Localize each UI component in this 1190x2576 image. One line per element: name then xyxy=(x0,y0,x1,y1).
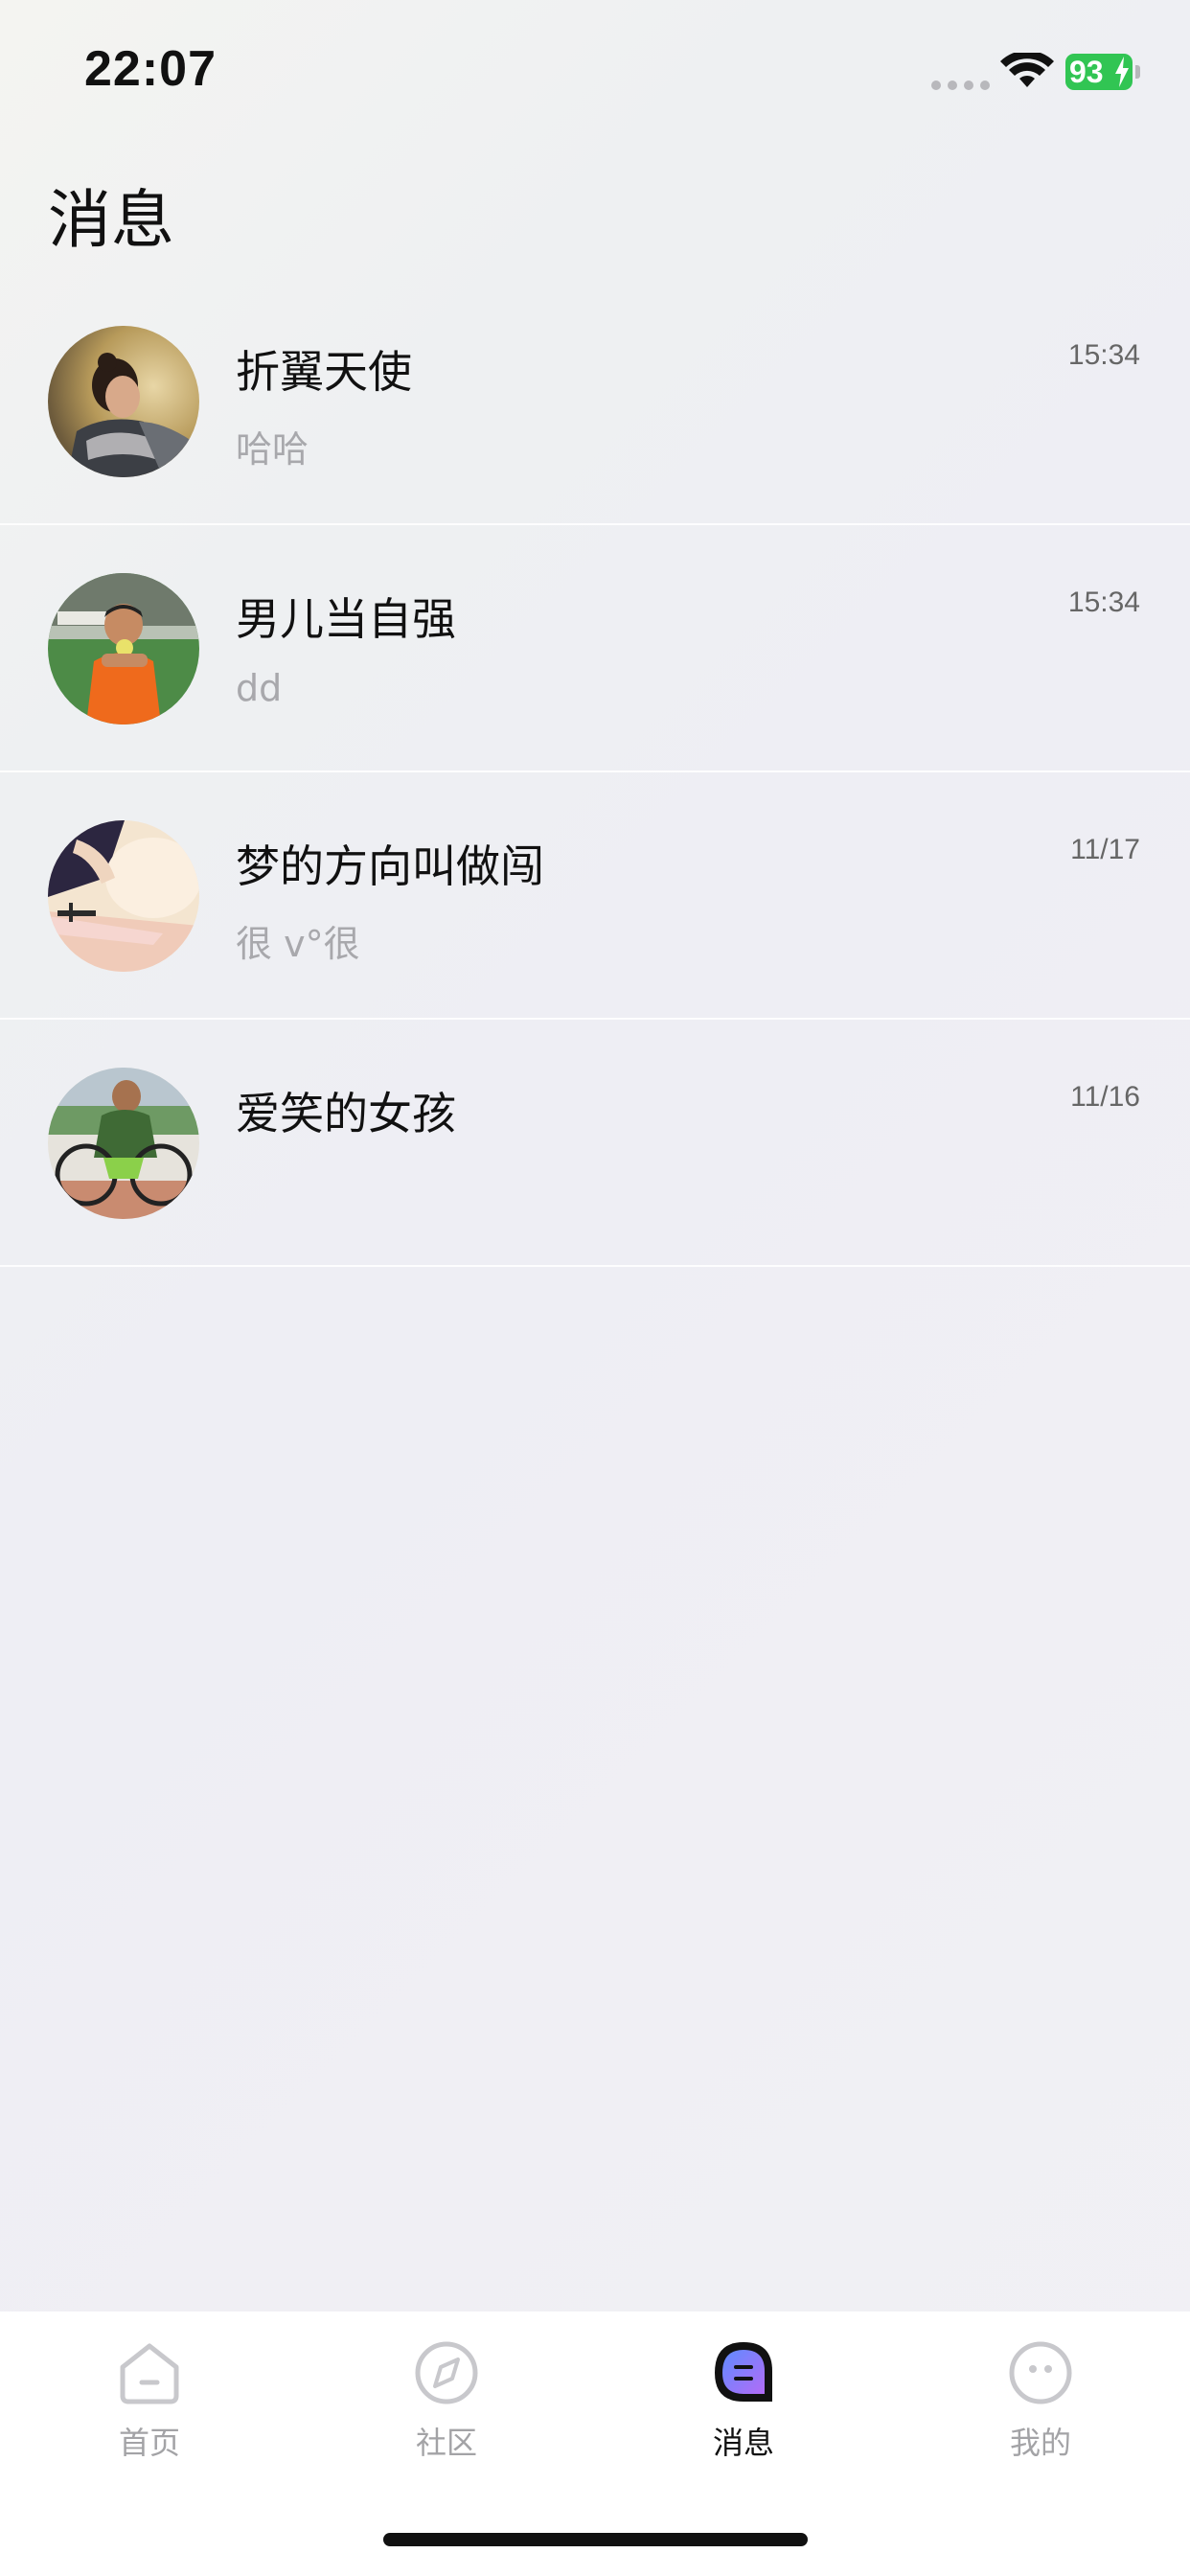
woman-portrait-avatar[interactable] xyxy=(48,326,199,477)
home-icon xyxy=(120,2343,179,2404)
tab-community[interactable]: 社区 xyxy=(351,2338,542,2482)
conversation-time: 11/17 xyxy=(1070,834,1140,865)
conversation-row[interactable]: 爱笑的女孩 11/16 xyxy=(0,1020,1190,1267)
conversation-row[interactable]: 梦的方向叫做闯 很 v°很 11/17 xyxy=(0,772,1190,1020)
tab-label: 我的 xyxy=(1009,2425,1071,2461)
conversation-preview: dd xyxy=(236,667,283,709)
battery-charging-icon: 93 xyxy=(1065,54,1133,90)
battery-cap xyxy=(1135,65,1140,79)
status-time: 22:07 xyxy=(84,41,217,97)
conversation-preview: 很 v°很 xyxy=(236,923,360,965)
conversation-name: 男儿当自强 xyxy=(236,593,456,645)
status-bar: 22:07 93 xyxy=(0,0,1190,144)
compass-icon xyxy=(415,2341,478,2404)
wheelchair-athlete-avatar[interactable] xyxy=(48,1068,199,1219)
tab-messages[interactable]: 消息 xyxy=(648,2338,839,2482)
tab-home[interactable]: 首页 xyxy=(54,2338,245,2482)
conversation-name: 爱笑的女孩 xyxy=(236,1088,456,1139)
baseball-player-avatar[interactable] xyxy=(48,573,199,724)
painting-avatar[interactable] xyxy=(48,820,199,972)
profile-face-icon xyxy=(1009,2341,1072,2404)
conversation-time: 11/16 xyxy=(1070,1081,1140,1113)
conversation-time: 15:34 xyxy=(1067,339,1140,371)
bolt-icon xyxy=(1115,57,1129,87)
wifi-icon xyxy=(1000,53,1054,87)
page-title: 消息 xyxy=(48,183,174,257)
message-icon xyxy=(715,2342,772,2402)
signal-icon xyxy=(931,80,990,90)
conversation-time: 15:34 xyxy=(1067,586,1140,618)
conversation-name: 梦的方向叫做闯 xyxy=(236,840,544,892)
conversation-preview: 哈哈 xyxy=(236,428,309,471)
battery-level: 93 xyxy=(1069,55,1104,89)
conversation-list: 折翼天使 哈哈 15:34 男儿当自强 dd 15:34 梦的方向叫做闯 很 v… xyxy=(0,278,1190,1267)
home-indicator[interactable] xyxy=(383,2533,808,2546)
tab-label: 社区 xyxy=(415,2425,477,2461)
tab-label: 消息 xyxy=(712,2425,774,2461)
tab-profile[interactable]: 我的 xyxy=(945,2338,1136,2482)
conversation-row[interactable]: 折翼天使 哈哈 15:34 xyxy=(0,278,1190,525)
tab-label: 首页 xyxy=(118,2425,180,2461)
conversation-row[interactable]: 男儿当自强 dd 15:34 xyxy=(0,525,1190,772)
conversation-name: 折翼天使 xyxy=(236,346,412,398)
